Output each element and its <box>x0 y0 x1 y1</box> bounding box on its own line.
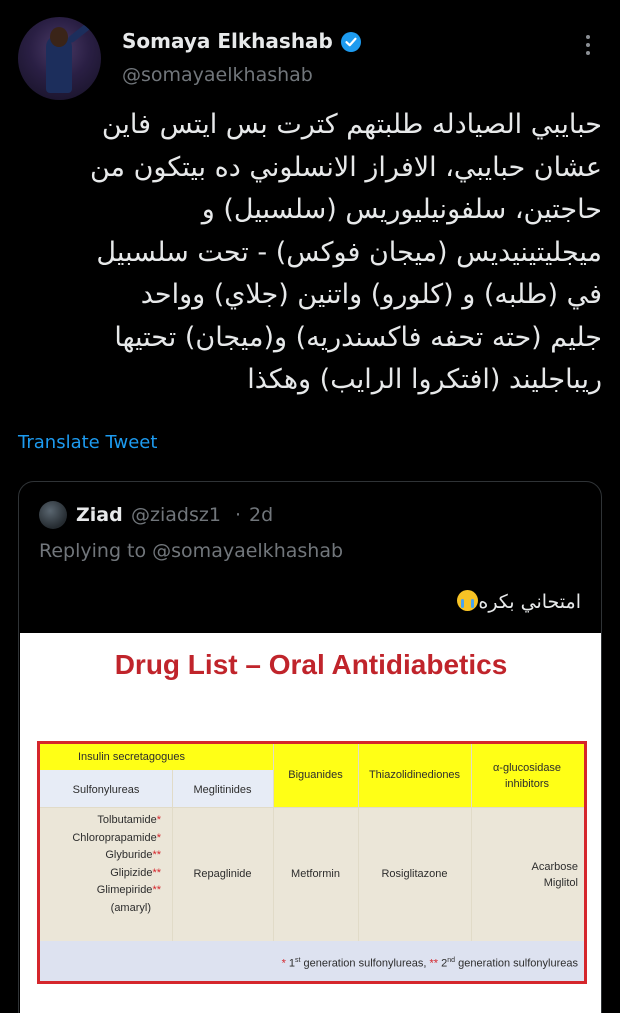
quoted-author-name[interactable]: Ziad <box>76 504 123 526</box>
author-avatar[interactable] <box>18 17 101 100</box>
image-title: Drug List – Oral Antidiabetics <box>114 649 508 680</box>
col-meglitinides: Meglitinides <box>193 784 252 796</box>
quoted-avatar[interactable] <box>39 501 67 529</box>
header-group-label: Insulin secretagogues <box>78 751 186 763</box>
author-handle[interactable]: @somayaelkhashab <box>122 64 313 86</box>
tweet-line: ميجليتينيديس (ميجان فوكس) - تحت سلسبيل <box>96 236 602 268</box>
meglitinide-drug: Repaglinide <box>193 868 252 880</box>
crying-face-emoji-icon <box>457 590 479 611</box>
agi-drugs: Acarbose Miglitol <box>471 859 584 891</box>
col-agi: α-glucosidase inhibitors <box>492 762 562 790</box>
tweet-line: حبايبي الصيادله طلبتهم كترت بس ايتس فاين <box>101 109 602 140</box>
quoted-author-handle[interactable]: @ziadsz1 <box>131 504 221 526</box>
drug-item: Chloroprapamide* <box>72 831 161 844</box>
quoted-text: امتحاني بكره <box>451 590 581 613</box>
tweet-text: حبايبي الصيادله طلبتهم كترت بس ايتس فاين… <box>12 104 602 402</box>
drug-item: Tolbutamide* <box>97 814 161 826</box>
verified-badge-icon <box>341 32 361 52</box>
agi-drug: Acarbose <box>531 861 578 873</box>
col-sulfonylureas: Sulfonylureas <box>72 784 140 796</box>
biguanide-drug: Metformin <box>291 868 340 880</box>
agi-drug: Miglitol <box>543 877 578 889</box>
drug-item: Glipizide** <box>110 866 161 879</box>
replying-to-text: Replying to @somayaelkhashab <box>39 540 344 562</box>
sulfonylurea-list: Tolbutamide* Chloroprapamide* Glyburide*… <box>40 812 161 917</box>
separator-dot: · <box>235 504 242 526</box>
author-name[interactable]: Somaya Elkhashab <box>122 29 333 53</box>
quoted-tweet[interactable]: Ziad @ziadsz1 · 2d Replying to @somayael… <box>18 481 602 1013</box>
tweet-line: عشان حبايبي، الافراز الانسلوني ده بيتكون… <box>89 151 602 183</box>
drug-item: Glimepiride** <box>96 884 161 896</box>
translate-tweet-link[interactable]: Translate Tweet <box>18 432 157 453</box>
drug-item: (amaryl) <box>110 901 151 914</box>
table-footnote: * 1st generation sulfonylureas, ** 2nd g… <box>40 941 584 981</box>
tweet-line: حاجتين، سلفونيليوريس (سلسبيل) و <box>201 194 602 225</box>
drug-table: Insulin secretagogues Sulfonylureas Megl… <box>37 741 587 984</box>
tweet-line: جليم (حته تحفه فاكسندريه) و(ميجان) تحتيه… <box>114 321 602 353</box>
thiazolidinedione-drug: Rosiglitazone <box>381 868 448 880</box>
drug-item: Glyburide** <box>105 849 161 861</box>
attached-image[interactable]: Drug List – Oral Antidiabetics Insulin s… <box>20 633 601 1013</box>
tweet-line: في (طلبه) و (كلورو) واتنين (جلاي) وواحد <box>140 279 602 310</box>
quoted-text-content: امتحاني بكره <box>478 591 581 613</box>
quoted-timestamp[interactable]: 2d <box>249 504 273 526</box>
col-biguanides: Biguanides <box>288 769 343 781</box>
col-thiazolidinediones: Thiazolidinediones <box>368 769 461 781</box>
tweet-line: ريباجليند (افتكروا الرايب) وهكذا <box>247 364 602 395</box>
more-options-icon[interactable] <box>580 32 596 58</box>
